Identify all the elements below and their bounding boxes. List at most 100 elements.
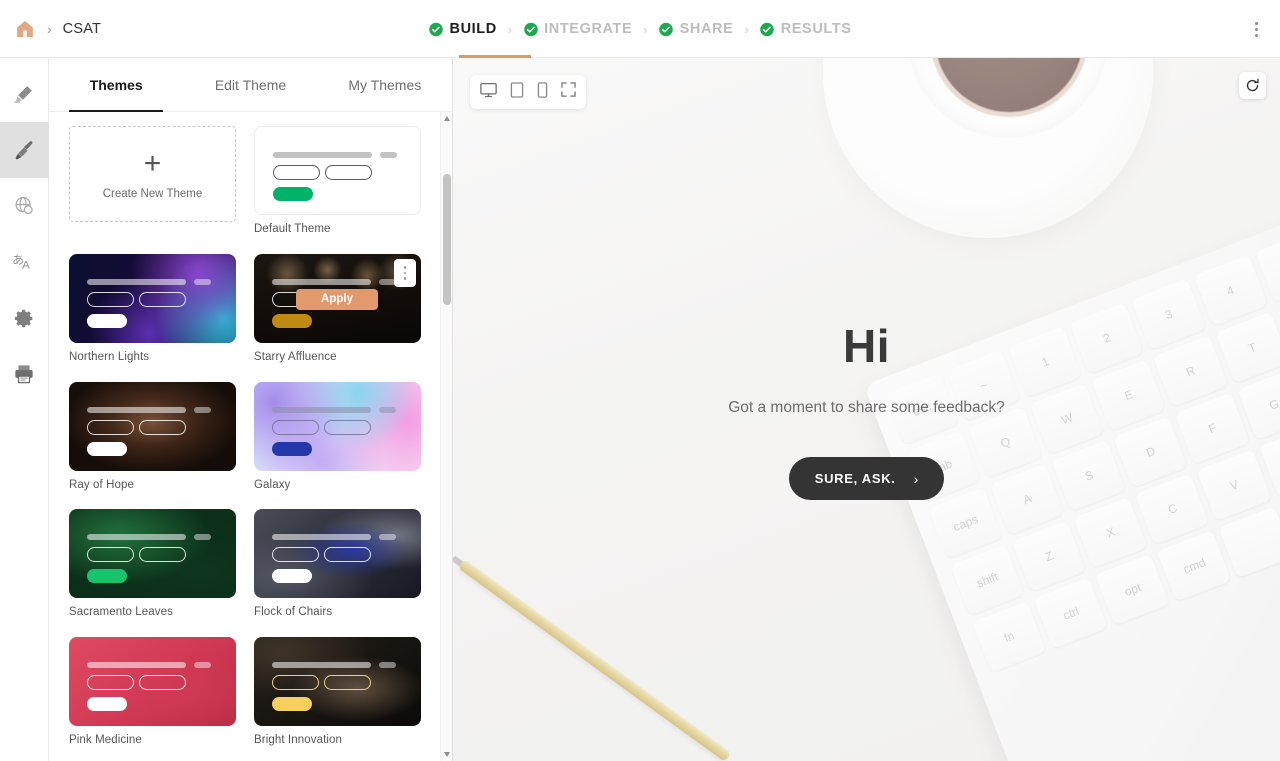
step-integrate[interactable]: INTEGRATE bbox=[523, 21, 632, 37]
theme-card-more-menu[interactable] bbox=[394, 258, 416, 287]
breadcrumb-project-name[interactable]: CSAT bbox=[63, 21, 101, 37]
apply-theme-button[interactable]: Apply bbox=[296, 288, 378, 310]
create-new-theme-cell: + Create New Theme bbox=[69, 126, 236, 240]
step-separator-2: › bbox=[643, 21, 648, 37]
rail-item-settings[interactable] bbox=[0, 290, 49, 346]
tablet-icon[interactable] bbox=[510, 81, 524, 103]
theme-card-label: Pink Medicine bbox=[69, 734, 142, 747]
skeleton-title-dash bbox=[194, 406, 211, 413]
skeleton-cta-pill bbox=[87, 313, 127, 328]
skeleton-title-line bbox=[87, 406, 186, 413]
theme-thumbnail-starry-affluence[interactable]: Apply bbox=[254, 253, 421, 343]
theme-thumbnail-bright-innovation[interactable] bbox=[254, 637, 421, 727]
tab-edit-theme[interactable]: Edit Theme bbox=[183, 58, 317, 111]
gear-icon bbox=[14, 309, 32, 327]
skeleton-title-line bbox=[272, 278, 371, 285]
caret-up-icon[interactable] bbox=[444, 116, 450, 121]
theme-card: Northern Lights bbox=[69, 253, 236, 368]
theme-card: Bright Innovation bbox=[254, 637, 421, 751]
rail-item-globe[interactable] bbox=[0, 178, 49, 234]
fullscreen-icon[interactable] bbox=[561, 82, 576, 102]
more-vertical-icon-dot bbox=[1254, 21, 1258, 25]
theme-panel-scrollbar[interactable] bbox=[440, 112, 452, 761]
scrollbar-thumb[interactable] bbox=[443, 174, 451, 305]
device-preview-toolbar bbox=[470, 75, 586, 109]
more-vertical-icon-dot bbox=[1254, 27, 1258, 31]
skeleton-option-pill bbox=[87, 547, 134, 563]
desktop-icon[interactable] bbox=[480, 82, 497, 103]
skeleton-title-line bbox=[273, 152, 372, 158]
more-vertical-icon-dot bbox=[403, 266, 407, 269]
breadcrumb-separator: › bbox=[47, 20, 52, 37]
step-share-label: SHARE bbox=[679, 21, 734, 37]
theme-card: Default Theme bbox=[254, 126, 421, 240]
more-vertical-icon-dot bbox=[403, 271, 407, 275]
skeleton-cta-pill bbox=[87, 697, 127, 712]
theme-card-label: Flock of Chairs bbox=[254, 606, 333, 619]
rail-item-print[interactable] bbox=[0, 346, 49, 402]
skeleton-option-pill bbox=[139, 291, 186, 307]
theme-panel: Themes Edit Theme My Themes + Create New… bbox=[49, 58, 453, 761]
survey-preview: esc ~ 1 2 3 4 5 6 7 tab Q W E R T Y U I … bbox=[453, 58, 1280, 761]
skeleton-option-pill bbox=[139, 419, 186, 435]
rail-item-edit[interactable] bbox=[0, 66, 49, 122]
theme-card-label: Bright Innovation bbox=[254, 734, 343, 747]
rail-item-translate[interactable]: あ A bbox=[0, 234, 49, 290]
theme-thumbnail-flock-of-chairs[interactable] bbox=[254, 509, 421, 599]
theme-thumbnail-galaxy[interactable] bbox=[254, 381, 421, 471]
step-share[interactable]: SHARE bbox=[659, 21, 734, 37]
theme-grid: + Create New Theme Default Theme Norther… bbox=[49, 112, 452, 761]
theme-thumbnail-pink-medicine[interactable] bbox=[69, 637, 236, 727]
skeleton-option-pill bbox=[272, 675, 319, 691]
survey-greeting-title: Hi bbox=[843, 320, 890, 372]
skeleton-option-pill bbox=[325, 165, 372, 180]
theme-thumbnail-ray-of-hope[interactable] bbox=[69, 381, 236, 471]
skeleton-cta-pill bbox=[272, 313, 312, 328]
create-new-theme-button[interactable]: + Create New Theme bbox=[69, 126, 236, 222]
more-vertical-icon-dot bbox=[403, 277, 407, 280]
theme-card: Pink Medicine bbox=[69, 637, 236, 751]
step-separator-1: › bbox=[507, 21, 513, 37]
skeleton-cta-pill bbox=[272, 441, 312, 456]
survey-subtitle: Got a moment to share some feedback? bbox=[728, 399, 1005, 416]
theme-card-label: Default Theme bbox=[254, 223, 331, 235]
caret-down-icon[interactable] bbox=[444, 752, 450, 757]
skeleton-title-line bbox=[272, 534, 371, 541]
skeleton-cta-pill bbox=[273, 187, 313, 201]
top-bar-more-menu[interactable] bbox=[1246, 18, 1266, 40]
theme-thumbnail-sacramento-leaves[interactable] bbox=[69, 509, 236, 599]
theme-card: Apply Starry Affluence bbox=[254, 253, 421, 368]
tab-themes[interactable]: Themes bbox=[49, 58, 183, 111]
skeleton-title-dash bbox=[380, 152, 397, 158]
rail-item-theme[interactable] bbox=[0, 122, 49, 178]
step-results[interactable]: RESULTS bbox=[760, 21, 852, 37]
mobile-icon[interactable] bbox=[537, 81, 548, 103]
refresh-preview-button[interactable] bbox=[1239, 72, 1266, 99]
skeleton-option-pill bbox=[324, 419, 371, 435]
skeleton-option-pill bbox=[273, 165, 320, 180]
theme-card-label: Starry Affluence bbox=[254, 350, 337, 363]
paint-brush-icon bbox=[14, 140, 32, 160]
skeleton-title-line bbox=[272, 406, 371, 413]
survey-start-button[interactable]: SURE, ASK. › bbox=[788, 457, 945, 500]
skeleton-cta-pill bbox=[272, 697, 312, 712]
survey-start-button-label: SURE, ASK. bbox=[814, 471, 896, 486]
skeleton-option-pill bbox=[324, 675, 371, 691]
theme-card-label: Northern Lights bbox=[69, 350, 150, 363]
skeleton-title-dash bbox=[194, 534, 211, 541]
tab-my-themes[interactable]: My Themes bbox=[318, 58, 452, 111]
globe-icon bbox=[15, 197, 33, 215]
home-icon[interactable] bbox=[14, 18, 36, 40]
theme-card-label: Ray of Hope bbox=[69, 478, 135, 491]
skeleton-option-pill bbox=[87, 419, 134, 435]
skeleton-title-line bbox=[87, 534, 186, 541]
check-circle-icon bbox=[523, 22, 538, 36]
theme-card-label: Galaxy bbox=[254, 478, 291, 491]
step-separator-3: › bbox=[744, 21, 749, 37]
theme-card: Ray of Hope bbox=[69, 381, 236, 496]
theme-thumbnail-default[interactable] bbox=[254, 126, 421, 215]
theme-thumbnail-northern-lights[interactable] bbox=[69, 253, 236, 343]
plus-icon: + bbox=[143, 146, 162, 180]
step-integrate-label: INTEGRATE bbox=[544, 21, 633, 37]
step-build[interactable]: BUILD bbox=[428, 21, 496, 37]
